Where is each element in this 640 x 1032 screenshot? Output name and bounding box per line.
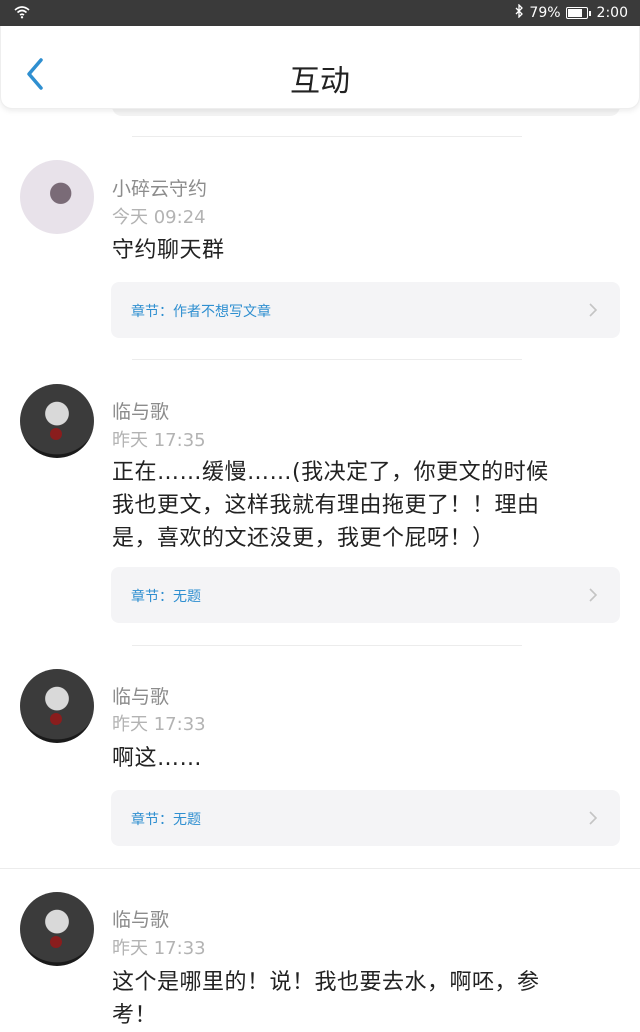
comment-username[interactable]: 临与歌	[112, 682, 169, 709]
divider	[0, 868, 640, 869]
chapter-label: 章节：无题	[131, 812, 201, 828]
comment-content: 啊这……	[112, 746, 203, 771]
comment-username[interactable]: 临与歌	[112, 397, 169, 424]
comment-line: 是，喜欢的文还没更，我更个屁呀！）	[112, 526, 495, 551]
comment-content: 正在……缓慢……(我决定了，你更文的时候 我也更文，这样我就有理由拖更了！！理由…	[112, 456, 612, 555]
header-bar: 互动	[0, 26, 640, 109]
avatar[interactable]	[20, 669, 94, 743]
avatar[interactable]	[20, 892, 94, 966]
comment-content: 守约聊天群	[112, 238, 225, 263]
chevron-right-icon	[589, 303, 598, 317]
comment-time: 今天 09:24	[112, 207, 206, 228]
avatar[interactable]	[20, 160, 94, 234]
wifi-icon	[14, 5, 30, 23]
battery-icon	[565, 7, 591, 19]
comment-line: 这个是哪里的！说！我也要去水，啊呸，参	[112, 970, 540, 995]
comment-time: 昨天 17:33	[112, 714, 206, 735]
comment-time: 昨天 17:35	[112, 430, 206, 451]
comment-content: 这个是哪里的！说！我也要去水，啊呸，参 考！	[112, 966, 612, 1032]
comment-line: 正在……缓慢……(我决定了，你更文的时候	[112, 460, 549, 485]
chapter-link[interactable]: 章节：无题	[111, 567, 620, 623]
divider	[132, 359, 522, 360]
chapter-link[interactable]: 章节：无题	[111, 790, 620, 846]
chapter-label: 章节：无题	[131, 589, 201, 605]
comment-username[interactable]: 小碎云守约	[112, 174, 207, 201]
avatar[interactable]	[20, 384, 94, 458]
chapter-link[interactable]: 章节：作者不想写文章	[111, 282, 620, 338]
page-title: 互动	[290, 64, 350, 99]
status-bar: 79% 2:00	[0, 0, 640, 26]
divider	[132, 136, 522, 137]
comment-time: 昨天 17:33	[112, 938, 206, 959]
comment-line: 考！	[112, 1003, 158, 1028]
clock: 2:00	[596, 5, 628, 21]
battery-percent: 79%	[529, 5, 561, 21]
chevron-right-icon	[589, 588, 598, 602]
bluetooth-icon	[515, 3, 524, 22]
chapter-label: 章节：作者不想写文章	[131, 304, 271, 320]
comment-line: 我也更文，这样我就有理由拖更了！！理由	[112, 493, 540, 518]
chevron-right-icon	[589, 811, 598, 825]
comment-username[interactable]: 临与歌	[112, 905, 169, 932]
divider	[132, 645, 522, 646]
